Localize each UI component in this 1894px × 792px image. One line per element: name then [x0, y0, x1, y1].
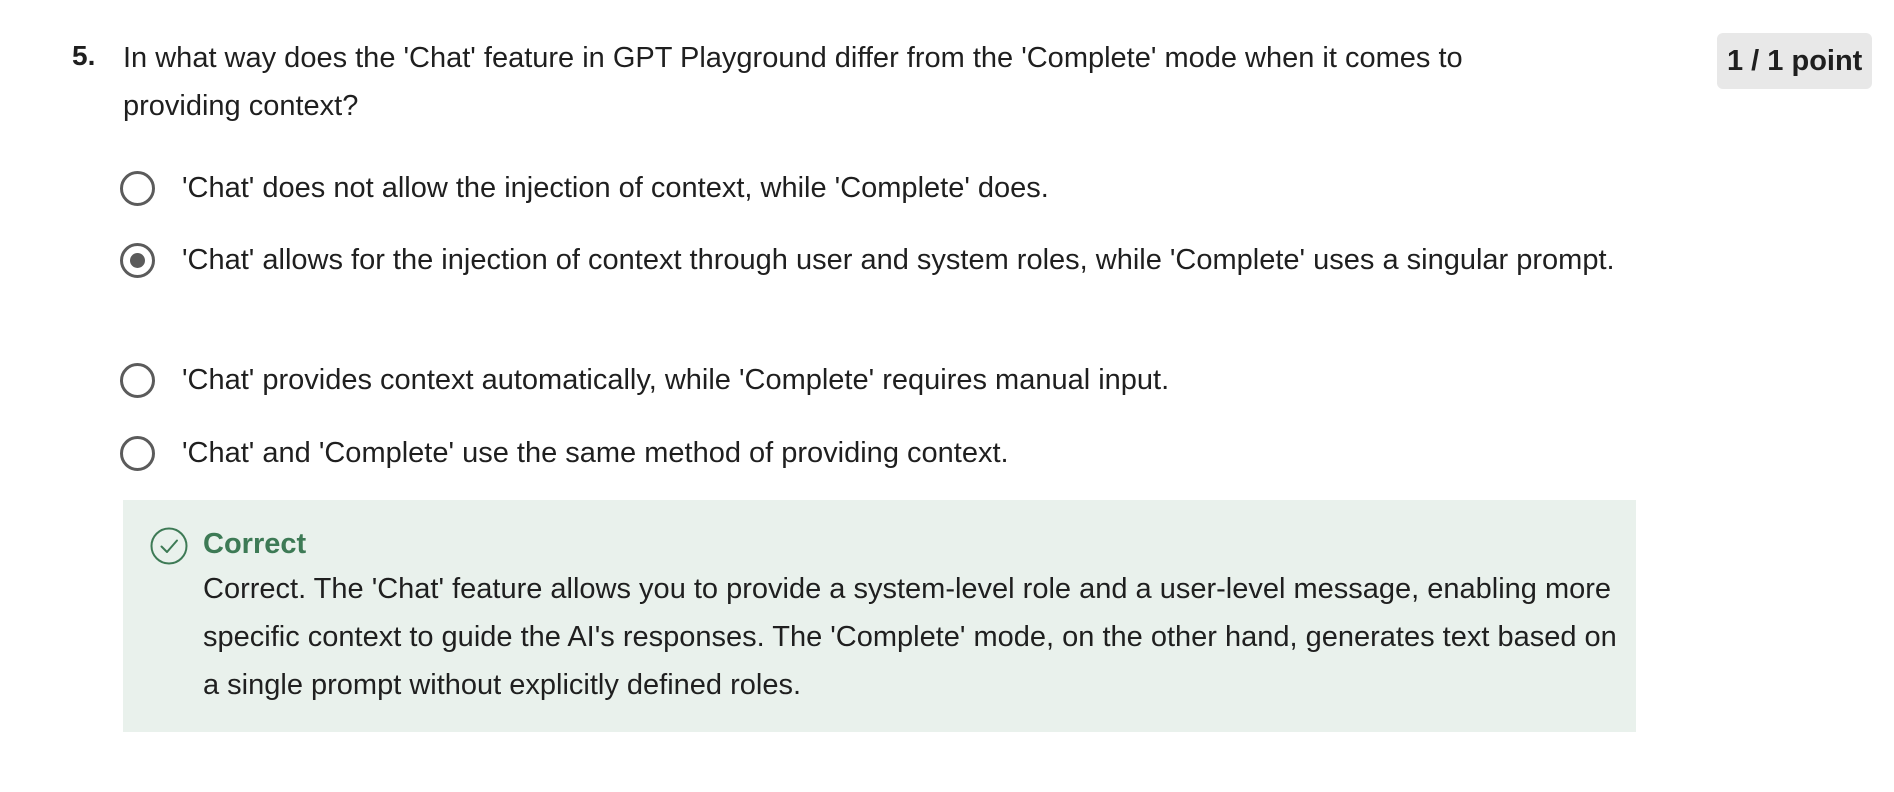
question-number: 5.	[72, 40, 96, 71]
radio-button-unselected[interactable]	[120, 436, 155, 471]
answer-option-2[interactable]: 'Chat' allows for the injection of conte…	[120, 240, 1640, 336]
points-badge: 1 / 1 point	[1717, 33, 1873, 89]
answer-option-label: 'Chat' provides context automatically, w…	[182, 364, 1170, 396]
answer-option-4[interactable]: 'Chat' and 'Complete' use the same metho…	[120, 433, 1640, 481]
answer-option-label: 'Chat' and 'Complete' use the same metho…	[182, 437, 1009, 469]
question-text: In what way does the 'Chat' feature in G…	[123, 42, 1463, 122]
feedback-status: Correct	[203, 528, 307, 560]
answer-option-1[interactable]: 'Chat' does not allow the injection of c…	[120, 168, 1640, 216]
quiz-question: 5. In what way does the 'Chat' feature i…	[0, 0, 1894, 792]
radio-button-selected[interactable]	[120, 243, 155, 278]
answer-option-3[interactable]: 'Chat' provides context automatically, w…	[120, 360, 1640, 408]
answer-option-label: 'Chat' does not allow the injection of c…	[182, 172, 1049, 204]
check-circle-icon	[150, 527, 188, 565]
answer-option-label: 'Chat' allows for the injection of conte…	[182, 244, 1615, 276]
feedback-explanation: Correct. The 'Chat' feature allows you t…	[203, 573, 1617, 701]
radio-button-unselected[interactable]	[120, 363, 155, 398]
radio-button-unselected[interactable]	[120, 171, 155, 206]
feedback-panel: Correct Correct. The 'Chat' feature allo…	[123, 500, 1636, 732]
